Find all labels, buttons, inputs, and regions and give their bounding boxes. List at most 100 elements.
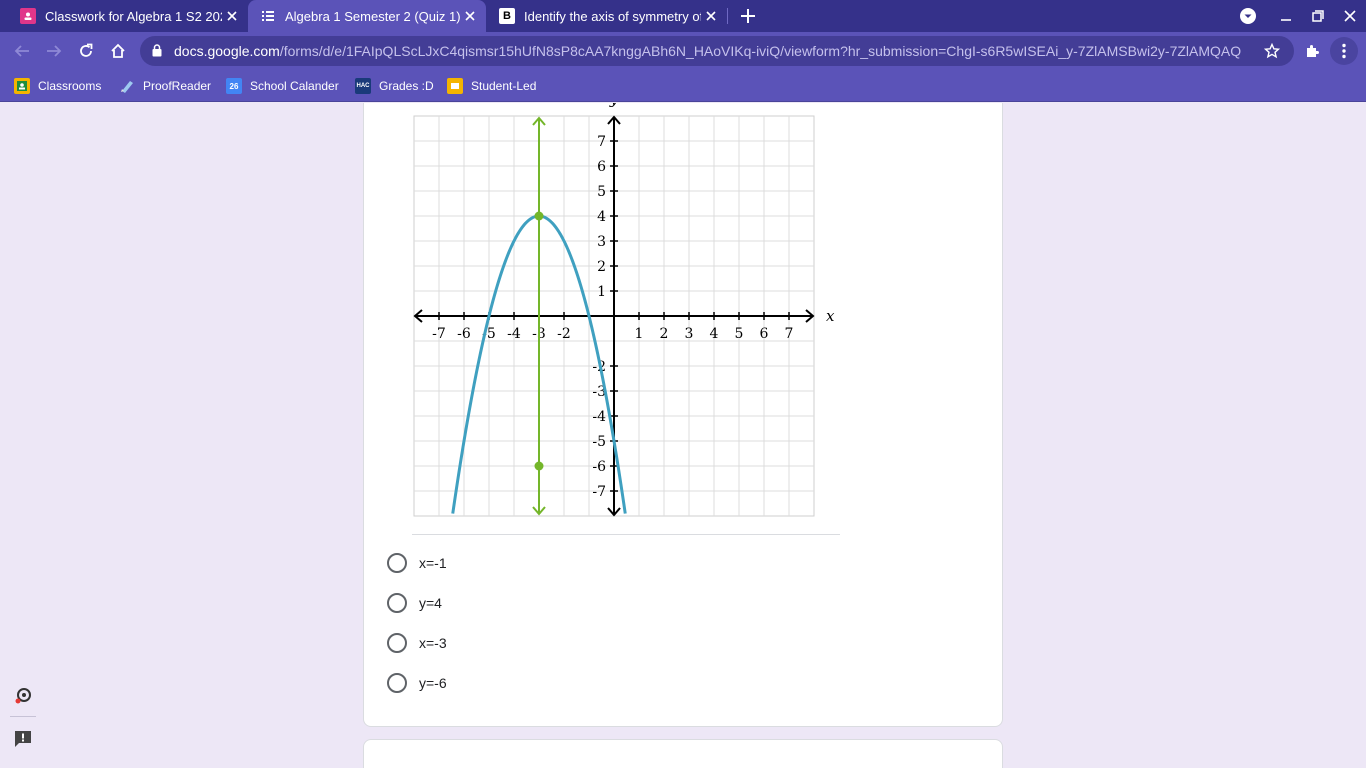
- restore-button[interactable]: [1302, 0, 1334, 32]
- puzzle-icon: [1307, 45, 1319, 57]
- option-x-neg-1[interactable]: x=-1: [387, 551, 447, 575]
- tab-separator: [727, 8, 728, 24]
- option-label: y=-6: [419, 675, 447, 691]
- close-window-button[interactable]: [1334, 0, 1366, 32]
- tab-algebra-quiz[interactable]: Algebra 1 Semester 2 (Quiz 1): [248, 0, 486, 32]
- next-question-card: [363, 739, 1003, 768]
- arrow-right-icon: [47, 45, 62, 57]
- y-axis-label: y: [609, 103, 619, 108]
- y-tick-label: -4: [592, 409, 606, 425]
- bookmark-proofreader[interactable]: ProofReader: [119, 77, 211, 95]
- option-label: x=-3: [419, 635, 447, 651]
- y-tick-label: 4: [597, 209, 606, 225]
- radio-button[interactable]: [387, 673, 407, 693]
- x-tick-label: 3: [685, 326, 694, 342]
- tab-classwork[interactable]: Classwork for Algebra 1 S2 2020: [8, 0, 248, 32]
- bookmark-grades[interactable]: HAC Grades :D: [355, 77, 434, 95]
- tab-strip: Classwork for Algebra 1 S2 2020 Algebra …: [0, 0, 1366, 32]
- bookmark-label: Grades :D: [379, 79, 434, 93]
- url-host: docs.google.com: [174, 43, 280, 59]
- x-tick-label: -7: [432, 326, 446, 342]
- page-content: -7-6-5-4-3-212345677654321-2-3-4-5-6-7xy…: [0, 103, 1366, 768]
- question-card: -7-6-5-4-3-212345677654321-2-3-4-5-6-7xy…: [363, 103, 1003, 727]
- tab-title: Classwork for Algebra 1 S2 2020: [45, 8, 222, 24]
- x-tick-label: -6: [457, 326, 471, 342]
- reload-button[interactable]: [72, 37, 100, 65]
- hac-icon: HAC: [355, 78, 371, 94]
- bookmark-label: School Calander: [250, 79, 339, 93]
- brainly-icon: B: [499, 8, 515, 24]
- y-tick-label: 1: [597, 284, 606, 300]
- x-tick-label: 7: [785, 326, 794, 342]
- proofreader-icon: [119, 78, 135, 94]
- divider: [412, 534, 840, 535]
- home-icon: [111, 43, 125, 58]
- home-button[interactable]: [104, 37, 132, 65]
- x-tick-label: 1: [635, 326, 644, 342]
- bookmark-student-led[interactable]: Student-Led: [447, 77, 536, 95]
- y-tick-label: -5: [592, 434, 606, 450]
- option-x-neg-3[interactable]: x=-3: [387, 631, 447, 655]
- x-tick-label: 5: [735, 326, 744, 342]
- minimize-button[interactable]: [1270, 0, 1302, 32]
- axis-point: [534, 211, 544, 221]
- calendar-icon: 26: [226, 78, 242, 94]
- y-tick-label: 3: [597, 234, 606, 250]
- reload-icon: [80, 43, 93, 57]
- x-tick-label: 2: [660, 326, 669, 342]
- extensions-button[interactable]: [1298, 37, 1326, 65]
- option-y-4[interactable]: y=4: [387, 591, 442, 615]
- address-bar[interactable]: docs.google.com/forms/d/e/1FAIpQLScLJxC4…: [140, 36, 1294, 66]
- x-tick-label: -2: [557, 326, 571, 342]
- y-tick-label: -6: [592, 459, 606, 475]
- y-tick-label: 2: [597, 259, 606, 275]
- bookmark-label: ProofReader: [143, 79, 212, 93]
- menu-button[interactable]: [1330, 37, 1358, 65]
- close-icon[interactable]: [460, 6, 480, 26]
- arrow-left-icon: [14, 45, 29, 57]
- side-divider: [10, 716, 36, 717]
- tab-title: Identify the axis of symmetry of the: [524, 8, 701, 24]
- url-text[interactable]: docs.google.com/forms/d/e/1FAIpQLScLJxC4…: [174, 43, 1254, 59]
- classroom-icon: [20, 8, 36, 24]
- chevron-down-icon: [1240, 8, 1256, 24]
- close-icon[interactable]: [701, 6, 721, 26]
- y-tick-label: 5: [597, 184, 606, 200]
- option-y-neg-6[interactable]: y=-6: [387, 671, 447, 695]
- new-tab-button[interactable]: [736, 4, 760, 28]
- x-tick-label: -4: [507, 326, 521, 342]
- y-tick-label: 7: [597, 134, 606, 150]
- close-icon[interactable]: [222, 6, 242, 26]
- plus-icon: [741, 9, 755, 23]
- browser-toolbar: docs.google.com/forms/d/e/1FAIpQLScLJxC4…: [0, 32, 1366, 70]
- back-button[interactable]: [8, 37, 36, 65]
- feedback-icon[interactable]: [10, 726, 36, 752]
- option-label: x=-1: [419, 555, 447, 571]
- bookmark-label: Student-Led: [471, 79, 537, 93]
- x-axis-label: x: [826, 307, 835, 325]
- slides-icon: [447, 78, 463, 94]
- minimize-icon: [1281, 19, 1291, 21]
- classroom-icon: [14, 78, 30, 94]
- radio-button[interactable]: [387, 593, 407, 613]
- bookmark-star-icon[interactable]: [1263, 42, 1281, 64]
- x-tick-label: 4: [710, 326, 719, 342]
- x-tick-label: 6: [760, 326, 769, 342]
- tab-brainly[interactable]: B Identify the axis of symmetry of the: [487, 0, 727, 32]
- tab-title: Algebra 1 Semester 2 (Quiz 1): [285, 8, 460, 24]
- axis-point: [534, 461, 544, 471]
- y-tick-label: 6: [597, 159, 606, 175]
- y-tick-label: -7: [592, 484, 606, 500]
- radio-button[interactable]: [387, 553, 407, 573]
- restore-icon: [1312, 10, 1324, 22]
- radio-button[interactable]: [387, 633, 407, 653]
- option-label: y=4: [419, 595, 442, 611]
- tab-search-button[interactable]: [1232, 0, 1264, 32]
- more-vert-icon: [1342, 43, 1346, 59]
- lock-icon[interactable]: [152, 44, 162, 62]
- bookmark-school-calendar[interactable]: 26 School Calander: [226, 77, 339, 95]
- forward-button[interactable]: [40, 37, 68, 65]
- extension-icon[interactable]: [10, 683, 36, 709]
- bookmark-classrooms[interactable]: Classrooms: [14, 77, 101, 95]
- bookmarks-bar: Classrooms ProofReader 26 School Calande…: [0, 70, 1366, 102]
